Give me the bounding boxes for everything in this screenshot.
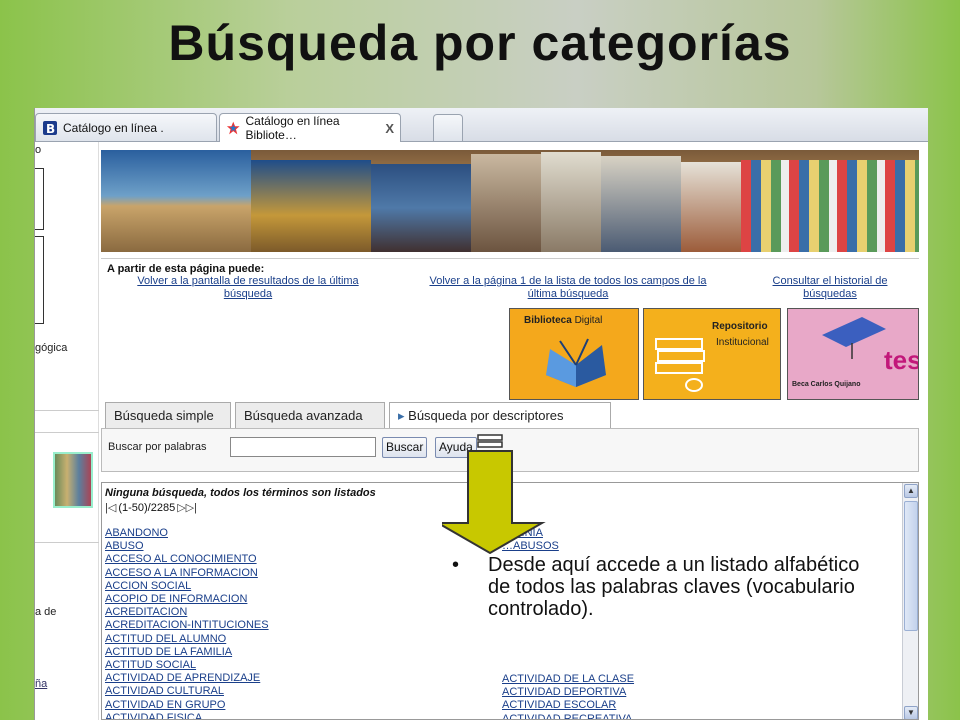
link-line: Volver a la página 1 de la lista de todo…	[429, 275, 707, 287]
tab-busqueda-avanzada[interactable]: Búsqueda avanzada	[235, 402, 385, 428]
sidebar-fragment: gógica	[35, 342, 68, 354]
next-page-icon[interactable]: ▷▷|	[177, 501, 197, 514]
left-sidebar: o gógica a de ña	[35, 142, 99, 720]
descriptor-link[interactable]: ACTIVIDAD FISICA	[105, 712, 269, 719]
tab-label: Búsqueda por descriptores	[408, 408, 564, 423]
library-banner-image	[101, 150, 919, 252]
search-button[interactable]: Buscar	[382, 437, 428, 458]
browser-tab-label: Catálogo en línea .	[63, 120, 164, 135]
close-tab-icon[interactable]: X	[385, 121, 394, 136]
search-input[interactable]	[230, 437, 376, 457]
sidebar-thumbnail[interactable]	[53, 452, 93, 508]
results-scrollbar[interactable]: ▲ ▼	[902, 483, 918, 719]
open-book-icon	[546, 338, 606, 387]
back-to-page-one-link[interactable]: Volver a la página 1 de la lista de todo…	[393, 275, 743, 301]
sidebar-box	[35, 168, 44, 230]
terms-column-2: ACTIVIDAD DE LA CLASE ACTIVIDAD DEPORTIVA…	[502, 673, 634, 719]
descriptor-link[interactable]: ACREDITACION	[105, 606, 269, 619]
link-line: última búsqueda	[527, 288, 609, 300]
descriptor-link[interactable]: ACTITUD DE LA FAMILIA	[105, 646, 269, 659]
scroll-down-icon[interactable]: ▼	[904, 706, 918, 719]
link-line: búsqueda	[223, 288, 273, 300]
catalog-favicon-icon: B	[43, 120, 57, 136]
search-tabs: Búsqueda simple Búsqueda avanzada ▸ Búsq…	[101, 402, 919, 428]
repositorio-institucional-logo[interactable]: Repositorio Institucional	[643, 308, 781, 400]
slide-title: Búsqueda por categorías	[168, 15, 792, 71]
page-options: A partir de esta página puede: Volver a …	[101, 258, 919, 304]
descriptor-link[interactable]: ACTITUD SOCIAL	[105, 659, 269, 672]
search-history-link[interactable]: Consultar el historial de búsquedas	[757, 275, 903, 301]
descriptor-link[interactable]: ABUSO	[105, 540, 269, 553]
options-heading: A partir de esta página puede:	[107, 263, 265, 275]
down-arrow-icon	[442, 434, 546, 555]
descriptor-link[interactable]: ACOPIO DE INFORMACION	[105, 593, 269, 606]
results-count: (1-50)/2285	[118, 501, 176, 514]
first-page-icon[interactable]: |◁	[105, 501, 116, 514]
descriptor-link[interactable]: ACTITUD DEL ALUMNO	[105, 633, 269, 646]
results-pager: |◁ (1-50)/2285 ▷▷|	[105, 501, 197, 515]
tab-busqueda-simple[interactable]: Búsqueda simple	[105, 402, 231, 428]
graduation-cap-icon	[822, 317, 886, 359]
svg-text:B: B	[46, 122, 55, 136]
descriptor-link[interactable]: ACTIVIDAD DEPORTIVA	[502, 686, 634, 699]
descriptor-link[interactable]: ACCION SOCIAL	[105, 580, 269, 593]
browser-tab-label: Catálogo en línea Bibliote…	[245, 114, 340, 142]
descriptor-link[interactable]: ACTIVIDAD CULTURAL	[105, 685, 269, 698]
sidebar-divider	[35, 410, 99, 411]
browser-tab-catalogo[interactable]: B Catálogo en línea .	[35, 113, 217, 141]
scroll-thumb[interactable]	[904, 501, 918, 631]
new-tab-button[interactable]	[433, 114, 463, 141]
descriptor-link[interactable]: ACREDITACION-INTITUCIONES	[105, 619, 269, 632]
logo-caption: Beca Carlos Quijano	[792, 381, 861, 388]
tesis-word: tesis	[884, 345, 918, 375]
scroll-up-icon[interactable]: ▲	[904, 484, 918, 498]
active-tab-marker-icon: ▸	[398, 408, 405, 423]
bullet: •	[452, 554, 460, 576]
link-line: Volver a la pantalla de resultados de la…	[137, 275, 359, 287]
descriptor-link[interactable]: ACTIVIDAD EN GRUPO	[105, 699, 269, 712]
tesis-logo[interactable]: Beca Carlos Quijano tesis	[787, 308, 919, 400]
results-title: Ninguna búsqueda, todos los términos son…	[105, 487, 376, 499]
search-label: Buscar por palabras	[108, 441, 207, 453]
descriptor-link[interactable]: ACCESO AL CONOCIMIENTO	[105, 553, 269, 566]
descriptor-link[interactable]: ACTIVIDAD DE LA CLASE	[502, 673, 634, 686]
sidebar-divider	[35, 432, 99, 433]
callout-note: • Desde aquí accede a un listado alfabét…	[452, 554, 882, 630]
biblioteca-digital-logo[interactable]: Biblioteca Digital	[509, 308, 639, 400]
link-line: Consultar el historial de	[772, 275, 888, 287]
sidebar-divider	[35, 542, 99, 543]
sidebar-fragment: o	[35, 144, 42, 156]
logo-label: Biblioteca Digital	[524, 315, 603, 326]
descriptor-link[interactable]: ACCESO A LA INFORMACION	[105, 567, 269, 580]
tab-busqueda-descriptores[interactable]: ▸ Búsqueda por descriptores	[389, 402, 611, 428]
sidebar-fragment: a de	[35, 606, 57, 618]
terms-column-1: ABANDONO ABUSO ACCESO AL CONOCIMIENTO ACCES…	[105, 527, 269, 719]
books-mouse-icon	[655, 338, 705, 392]
link-line: búsquedas	[803, 288, 857, 300]
browser-tab-biblioteca[interactable]: Catálogo en línea Bibliote… X	[219, 113, 401, 142]
browser-tab-bar: B Catálogo en línea . Catálogo en línea …	[35, 108, 928, 142]
logo-label: Repositorio	[712, 321, 768, 332]
sidebar-link[interactable]: ña	[35, 678, 47, 690]
descriptor-link[interactable]: ACTIVIDAD DE APRENDIZAJE	[105, 672, 269, 685]
descriptor-link[interactable]: ACTIVIDAD ESCOLAR	[502, 699, 634, 712]
sidebar-box	[35, 236, 44, 324]
star-favicon-icon	[226, 121, 240, 135]
descriptor-link[interactable]: ABANDONO	[105, 527, 269, 540]
callout-text: Desde aquí accede a un listado alfabétic…	[488, 554, 860, 620]
logo-label: Institucional	[716, 337, 769, 348]
back-to-results-link[interactable]: Volver a la pantalla de resultados de la…	[107, 275, 389, 301]
descriptor-link[interactable]: ACTIVIDAD RECREATIVA	[502, 713, 634, 719]
